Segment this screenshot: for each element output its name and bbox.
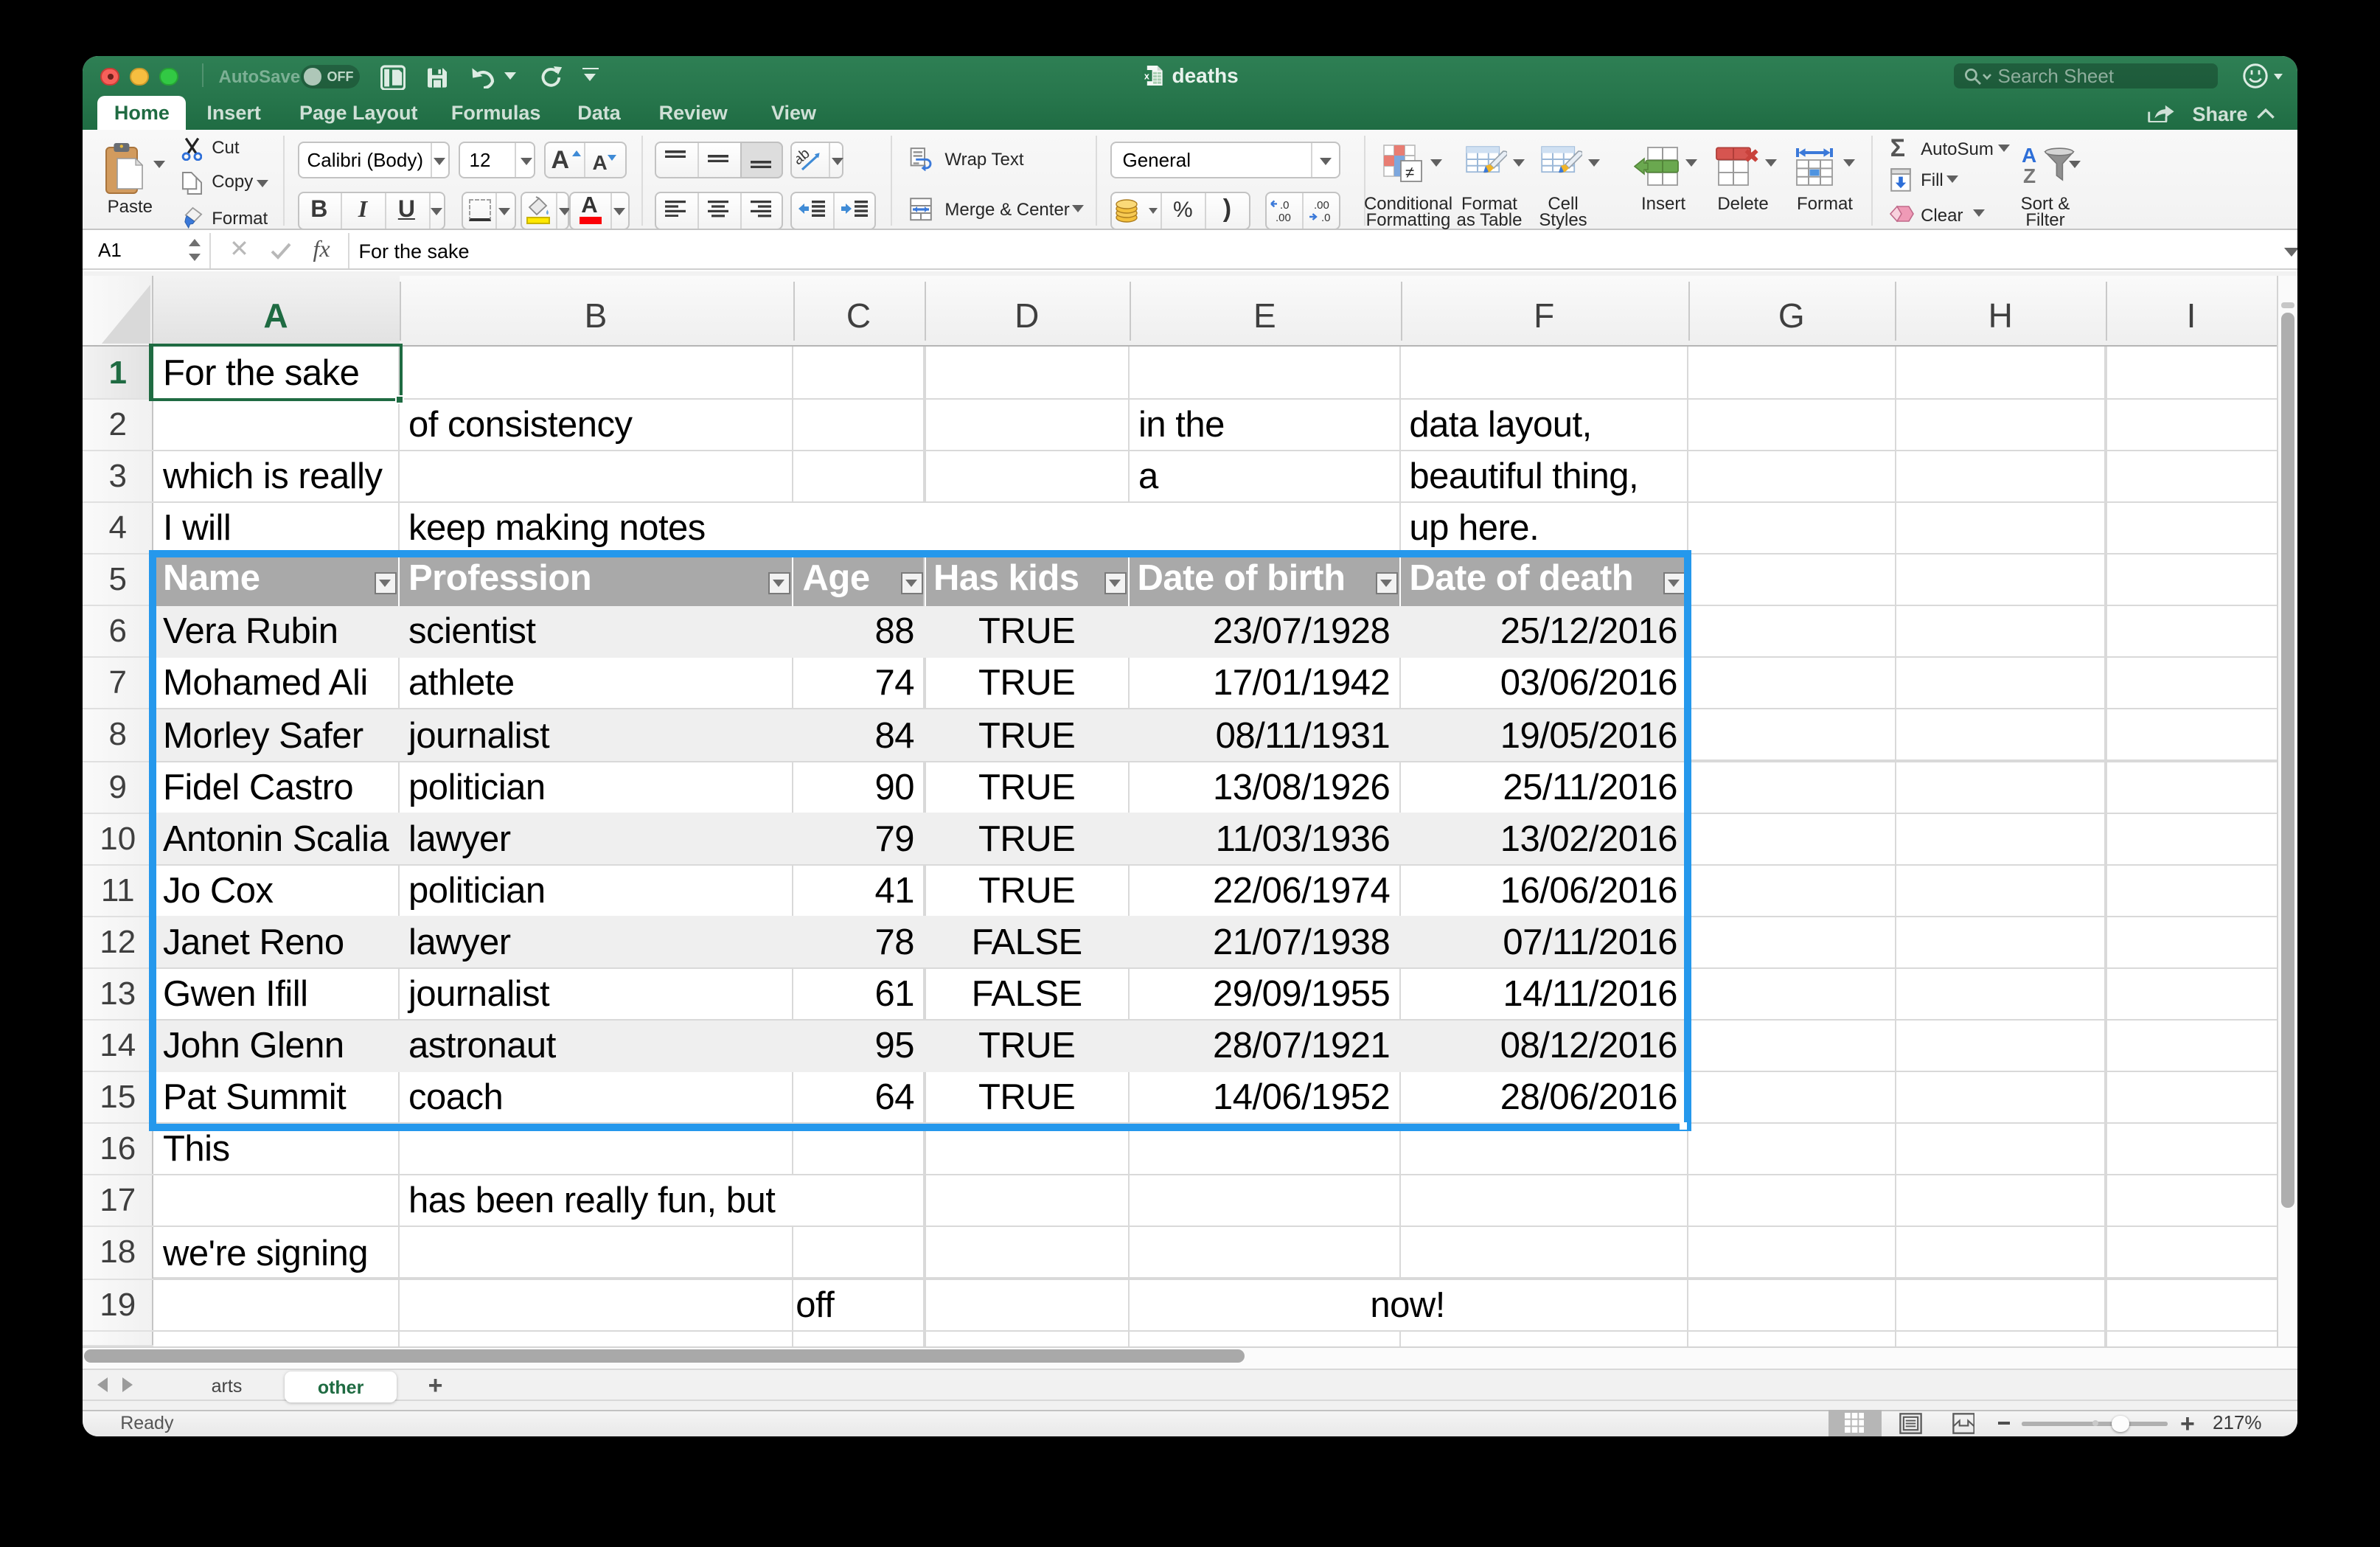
svg-text:.00: .00 [1276, 211, 1291, 223]
svg-text:ab: ab [797, 146, 814, 168]
svg-text:.0: .0 [1280, 198, 1290, 211]
svg-text:.00: .00 [1314, 198, 1329, 211]
svg-text:x: x [1144, 71, 1149, 81]
svg-text:≠: ≠ [1405, 164, 1414, 182]
svg-text:.0: .0 [1321, 211, 1331, 223]
svg-text:A: A [2022, 144, 2036, 167]
svg-text:Z: Z [2023, 164, 2036, 186]
